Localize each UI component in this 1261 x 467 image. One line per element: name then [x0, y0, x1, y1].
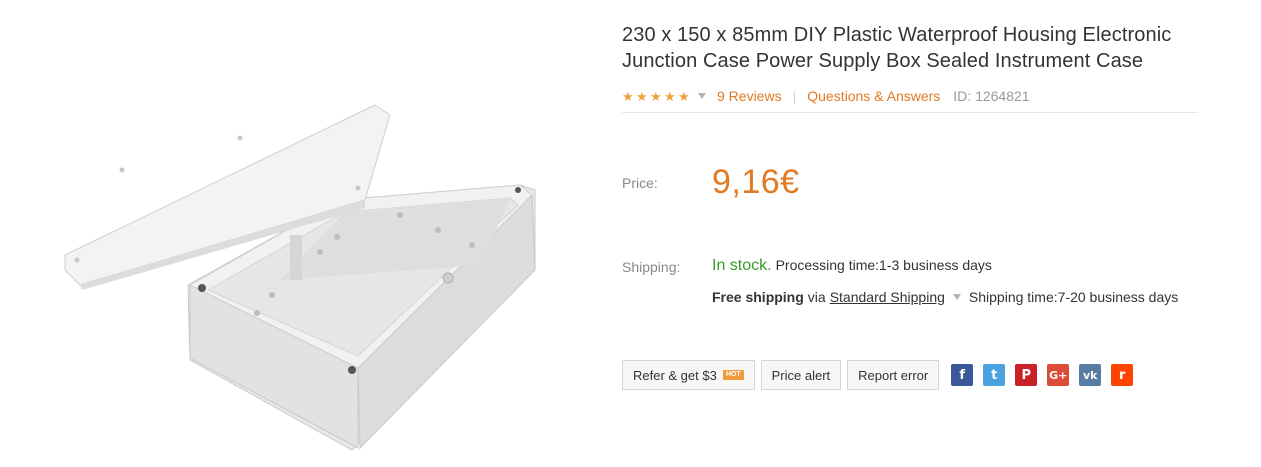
star-icon: ★ [636, 88, 648, 104]
action-bar: Refer & get $3 HOT Price alert Report er… [622, 360, 1143, 390]
facebook-icon[interactable]: f [951, 364, 974, 386]
refer-button[interactable]: Refer & get $3 HOT [622, 360, 755, 390]
shipping-method-link[interactable]: Standard Shipping [830, 289, 945, 305]
shipping-time: Shipping time:7-20 business days [968, 289, 1179, 305]
price-alert-button[interactable]: Price alert [760, 360, 842, 390]
twitter-icon[interactable]: t [983, 364, 1006, 386]
divider: | [792, 88, 797, 104]
free-shipping-label: Free shipping [712, 289, 804, 305]
stock-status: In stock. [712, 257, 772, 274]
rating-row: ★ ★ ★ ★ ★ 9 Reviews | Questions & Answer… [622, 86, 1200, 106]
refer-button-label: Refer & get $3 [633, 367, 717, 383]
price-label: Price: [622, 174, 658, 191]
price-value: 9,16€ [712, 163, 800, 201]
star-icon: ★ [650, 88, 662, 104]
shipping-label: Shipping: [622, 259, 681, 275]
via-text: via [807, 289, 826, 305]
product-title: 230 x 150 x 85mm DIY Plastic Waterproof … [622, 22, 1200, 74]
product-id: ID: 1264821 [953, 88, 1030, 104]
rating-dropdown-icon[interactable] [698, 93, 706, 99]
star-icon: ★ [678, 88, 690, 104]
google-plus-icon[interactable]: G+ [1047, 364, 1070, 386]
pinterest-icon[interactable]: P [1015, 364, 1038, 386]
reddit-icon[interactable]: r [1111, 364, 1134, 386]
reviews-link[interactable]: 9 Reviews [717, 88, 782, 104]
vk-icon[interactable]: vk [1079, 364, 1102, 386]
star-icon: ★ [664, 88, 676, 104]
divider-line [622, 112, 1198, 113]
product-title-line2: Junction Case Power Supply Box Sealed In… [622, 50, 1144, 72]
processing-time: Processing time:1-3 business days [775, 257, 992, 273]
report-error-button[interactable]: Report error [847, 360, 940, 390]
price-row: Price: 9,16€ [622, 163, 800, 202]
product-image[interactable] [40, 90, 560, 460]
product-title-line1: 230 x 150 x 85mm DIY Plastic Waterproof … [622, 24, 1172, 46]
shipping-dropdown-icon[interactable] [952, 294, 961, 300]
questions-answers-link[interactable]: Questions & Answers [807, 88, 940, 104]
hot-badge: HOT [722, 370, 744, 380]
rating-stars[interactable]: ★ ★ ★ ★ ★ [622, 90, 692, 103]
shipping-row: Shipping: In stock. Processing time:1-3 … [622, 257, 1178, 305]
social-share: f t P G+ vk r [951, 364, 1143, 386]
star-icon: ★ [622, 88, 634, 104]
product-info: 230 x 150 x 85mm DIY Plastic Waterproof … [622, 22, 1200, 390]
